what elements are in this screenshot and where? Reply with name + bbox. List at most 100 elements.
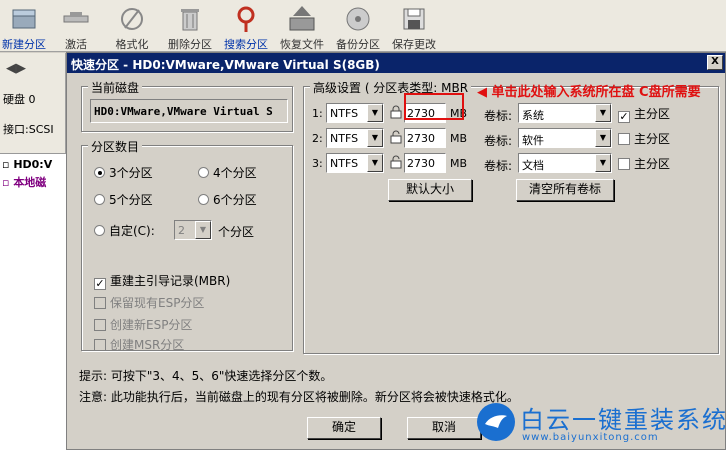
custom-count-select[interactable]: 2 ▼ [174,220,212,240]
highlight-box [404,93,464,120]
backup-partition-button[interactable]: 备份分区 [328,2,388,51]
radio-4-partitions[interactable]: 4个分区 [198,164,257,181]
format-button[interactable]: 格式化 [102,2,162,51]
toolbar: 新建分区 激活 格式化 删除分区 搜索分区 恢复文件 备份分区 保存更改 [0,0,726,52]
lock-icon[interactable] [390,105,402,119]
chevron-down-icon[interactable]: ▼ [195,221,211,239]
close-button[interactable]: X [707,55,723,70]
keep-esp-label: 保留现有ESP分区 [110,296,205,310]
row-2-volume-select[interactable]: 软件 ▼ [518,128,612,148]
activate-button[interactable]: 激活 [46,2,106,51]
ok-button[interactable]: 确定 [307,417,381,439]
row-2-fs-value: NTFS [330,132,359,145]
dialog-title: 快速分区 - HD0:VMware,VMware Virtual S(8GB) [71,58,380,72]
row-1-volume-value: 系统 [522,109,544,122]
new-partition-icon [12,9,36,29]
chevron-down-icon[interactable]: ▼ [367,154,383,172]
chevron-down-icon[interactable]: ▼ [367,104,383,122]
custom-count-suffix: 个分区 [218,225,255,239]
tree-item-disk[interactable]: ▫ HD0:V [2,158,52,171]
row-1-primary-checkbox[interactable]: ✓ 主分区 [618,105,670,123]
radio-dot[interactable] [198,194,209,205]
radio-3-partitions[interactable]: 3个分区 [94,164,153,181]
chevron-down-icon[interactable]: ▼ [595,154,611,172]
checkbox-box [94,319,106,331]
tree-item-local[interactable]: ▫ 本地磁 [2,174,46,190]
search-partition-icon [237,6,255,32]
tree-item-local-label: 本地磁 [13,176,47,189]
row-2-fs-select[interactable]: NTFS ▼ [326,128,384,148]
disk-icon: ▫ [2,158,10,171]
checkbox-box[interactable] [618,158,630,170]
radio-dot[interactable] [94,225,105,236]
radio-dot[interactable] [94,167,105,178]
left-panel: ◀▶ 硬盘 0 接口:SCSI ▫ HD0:V ▫ 本地磁 [0,53,66,450]
row-1-fs-value: NTFS [330,107,359,120]
bird-logo-icon [477,403,515,441]
row-3-size-input[interactable]: 2730 [404,153,446,173]
chevron-down-icon[interactable]: ▼ [595,104,611,122]
search-partition-label: 搜索分区 [224,38,268,51]
radio-dot[interactable] [94,194,105,205]
forward-arrow-icon[interactable]: ▶ [16,61,26,76]
radio-dot[interactable] [198,167,209,178]
save-changes-icon [403,8,425,30]
current-disk-group: 当前磁盘 HD0:VMware,VMware Virtual S [81,79,293,132]
search-partition-button[interactable]: 搜索分区 [216,2,276,51]
row-1-index: 1: [312,107,323,120]
close-icon: X [711,56,719,67]
checkbox-box[interactable]: ✓ [618,111,630,123]
row-2-label-caption: 卷标: [484,134,513,148]
row-2-size-input[interactable]: 2730 [404,128,446,148]
port-label: 接口:SCSI [3,123,54,136]
clear-labels-button[interactable]: 清空所有卷标 [516,179,614,201]
unlock-icon[interactable] [390,130,402,144]
checkbox-box[interactable] [618,133,630,145]
row-2-primary-checkbox[interactable]: 主分区 [618,130,670,147]
row-3-volume-select[interactable]: 文档 ▼ [518,153,612,173]
create-esp-checkbox: 创建新ESP分区 [94,316,192,333]
current-disk-value: HD0:VMware,VMware Virtual S [90,99,288,123]
rebuild-mbr-checkbox[interactable]: ✓ 重建主引导记录(MBR) [94,272,230,290]
radio-4-label: 4个分区 [213,166,257,180]
row-3-fs-select[interactable]: NTFS ▼ [326,153,384,173]
row-1-fs-select[interactable]: NTFS ▼ [326,103,384,123]
watermark: 白云一键重装系统 www.baiyunxitong.com [470,396,726,450]
row-3-label-caption: 卷标: [484,159,513,173]
quick-partition-dialog: 快速分区 - HD0:VMware,VMware Virtual S(8GB) … [66,52,726,450]
delete-partition-label: 删除分区 [168,38,212,51]
current-disk-legend: 当前磁盘 [88,79,143,96]
format-label: 格式化 [115,38,149,51]
delete-partition-button[interactable]: 删除分区 [160,2,220,51]
radio-6-partitions[interactable]: 6个分区 [198,191,257,208]
row-2-volume-value: 软件 [522,134,544,147]
restore-files-icon [289,6,315,31]
row-1-volume-select[interactable]: 系统 ▼ [518,103,612,123]
chevron-down-icon[interactable]: ▼ [595,129,611,147]
restore-files-button[interactable]: 恢复文件 [272,2,332,51]
radio-3-label: 3个分区 [109,166,153,180]
partition-count-legend: 分区数目 [88,138,143,155]
checkbox-box [94,297,106,309]
disk-tree: ▫ HD0:V ▫ 本地磁 [0,153,66,450]
dialog-titlebar[interactable]: 快速分区 - HD0:VMware,VMware Virtual S(8GB) … [67,53,725,73]
nav-arrows[interactable]: ◀▶ [6,61,26,76]
checkbox-box[interactable]: ✓ [94,278,106,290]
row-3-primary-checkbox[interactable]: 主分区 [618,155,670,172]
unlock-icon[interactable] [390,155,402,169]
backup-partition-icon [346,7,370,31]
checkbox-box [94,339,106,351]
radio-5-partitions[interactable]: 5个分区 [94,191,153,208]
partition-icon: ▫ [2,176,10,189]
default-size-button[interactable]: 默认大小 [388,179,472,201]
save-changes-button[interactable]: 保存更改 [384,2,444,51]
notice-text: 注意: 此功能执行后，当前磁盘上的现有分区将被删除。新分区将会被快速格式化。 [79,390,519,404]
back-arrow-icon[interactable]: ◀ [6,61,16,76]
chevron-down-icon[interactable]: ▼ [367,129,383,147]
annotation-text: ◀ 单击此处输入系统所在盘 C盘所需要 [477,81,701,100]
radio-custom[interactable]: 自定(C): [94,222,155,239]
row-3-primary-label: 主分区 [634,157,671,171]
format-icon [121,8,143,30]
radio-custom-label: 自定(C): [109,224,155,238]
arrow-left-icon: ◀ [477,85,487,100]
